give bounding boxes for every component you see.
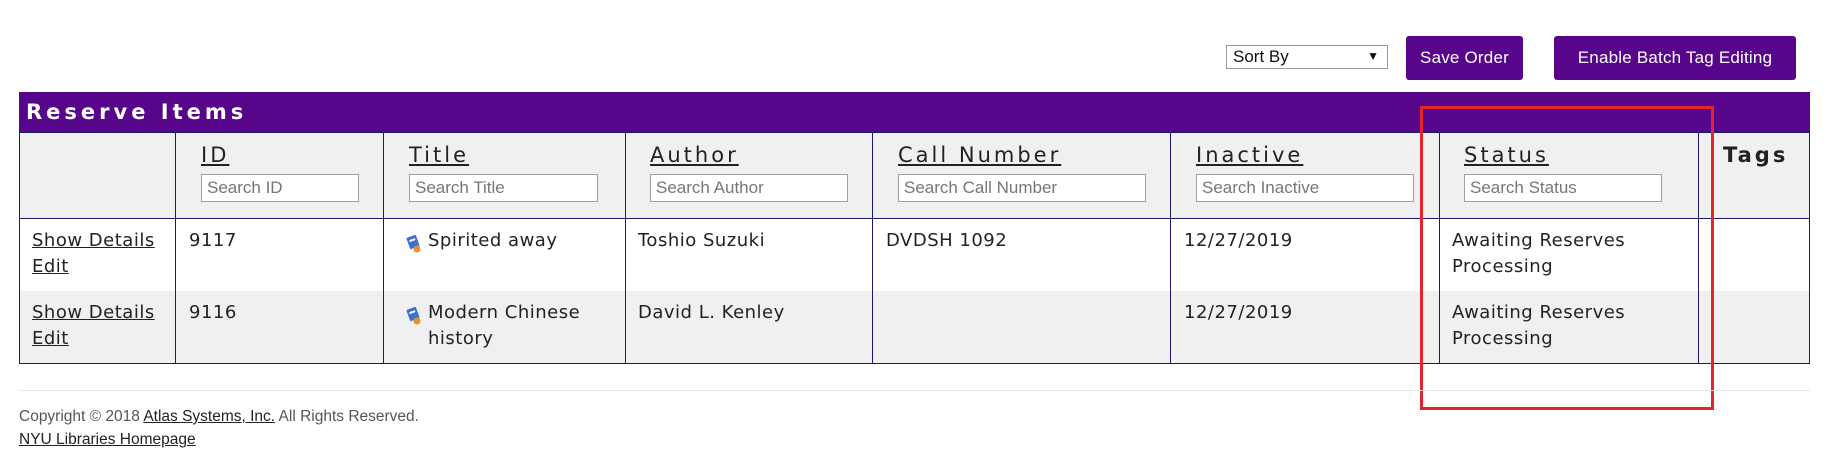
row-inactive: 12/27/2019	[1184, 302, 1293, 323]
column-header-title[interactable]: Title	[409, 143, 469, 167]
row-title: Spirited away	[428, 230, 558, 251]
search-inactive-input[interactable]: Search Inactive	[1196, 174, 1414, 202]
column-divider	[625, 133, 626, 363]
show-details-link[interactable]: Show Details	[32, 230, 155, 251]
title-line: Modern Chinese	[428, 302, 581, 323]
atlas-systems-link[interactable]: Atlas Systems, Inc.	[143, 408, 275, 425]
row-id: 9117	[189, 230, 237, 251]
search-call-number-input[interactable]: Search Call Number	[898, 174, 1146, 202]
document-media-icon	[406, 306, 421, 325]
sort-by-select[interactable]: Sort By ▼	[1226, 45, 1388, 69]
column-header-inactive[interactable]: Inactive	[1196, 143, 1303, 167]
row-call-number: DVDSH 1092	[886, 230, 1008, 251]
enable-batch-tag-editing-button[interactable]: Enable Batch Tag Editing	[1554, 36, 1796, 80]
column-divider	[872, 133, 873, 363]
column-header-author[interactable]: Author	[650, 143, 739, 167]
row-actions: Show Details Edit	[32, 300, 155, 352]
column-divider	[1170, 133, 1171, 363]
homepage-link-row: NYU Libraries Homepage	[19, 431, 196, 449]
row-id: 9116	[189, 302, 237, 323]
sort-by-value: Sort By	[1233, 47, 1289, 66]
status-column-highlight	[1420, 106, 1714, 410]
column-divider	[175, 133, 176, 363]
save-order-button[interactable]: Save Order	[1406, 36, 1523, 80]
column-header-id[interactable]: ID	[201, 143, 229, 167]
column-divider	[383, 133, 384, 363]
rights-text: All Rights Reserved.	[275, 408, 419, 425]
search-author-input[interactable]: Search Author	[650, 174, 848, 202]
title-line: history	[428, 328, 494, 349]
row-title: Modern Chinese history	[428, 300, 580, 352]
row-actions: Show Details Edit	[32, 228, 155, 280]
copyright-prefix: Copyright © 2018	[19, 408, 144, 425]
copyright-text: Copyright © 2018 Atlas Systems, Inc. All…	[19, 408, 419, 426]
edit-link[interactable]: Edit	[32, 328, 69, 349]
row-author: Toshio Suzuki	[638, 230, 766, 251]
edit-link[interactable]: Edit	[32, 256, 69, 277]
column-header-call-number[interactable]: Call Number	[898, 143, 1061, 167]
search-id-input[interactable]: Search ID	[201, 174, 359, 202]
search-title-input[interactable]: Search Title	[409, 174, 598, 202]
reserve-items-page: Sort By ▼ Save Order Enable Batch Tag Ed…	[0, 0, 1825, 473]
row-inactive: 12/27/2019	[1184, 230, 1293, 251]
document-media-icon	[406, 234, 421, 253]
row-author: David L. Kenley	[638, 302, 785, 323]
chevron-down-icon: ▼	[1367, 49, 1379, 63]
nyu-libraries-homepage-link[interactable]: NYU Libraries Homepage	[19, 431, 196, 448]
column-header-tags: Tags	[1723, 143, 1789, 167]
footer-divider	[19, 390, 1810, 391]
show-details-link[interactable]: Show Details	[32, 302, 155, 323]
